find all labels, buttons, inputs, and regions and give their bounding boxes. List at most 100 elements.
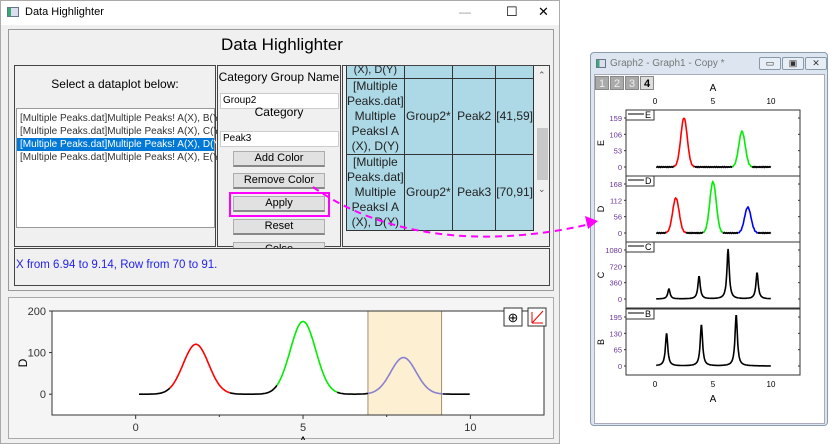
status-box: X from 6.94 to 9.14, Row from 70 to 91. [14, 248, 550, 286]
graph-maximize-button[interactable]: ▣ [782, 57, 804, 70]
y-tick-label: 0 [618, 362, 622, 371]
graph2-window: Graph2 - Graph1 - Copy * ▭ ▣ ✕ 1 2 3 4 A… [590, 52, 828, 426]
legend-label: D [645, 176, 652, 186]
y-tick-label: 0 [618, 163, 622, 172]
maximize-button[interactable]: ☐ [506, 4, 518, 20]
y-tick-label: 168 [609, 180, 622, 189]
preview-chart: 0 100 200 0 5 10 A D ⊕ [16, 306, 547, 440]
y-tick-label: 106 [609, 130, 622, 139]
table-scrollbar[interactable]: ⌃ ⌄ [536, 66, 549, 204]
minimize-button[interactable]: — [459, 5, 471, 19]
graph-page: 1 2 3 4 A 0 0 5 5 10 10 A 0 53 106 159 E E 0 56 112 168 D D… [594, 74, 825, 424]
dataplot-listbox[interactable]: [Multiple Peaks.dat]Multiple Peaks! A(X)… [16, 108, 223, 228]
peak-highlight-segment [665, 196, 687, 234]
reset-button[interactable]: Reset [233, 219, 325, 235]
top-x-tick-label: 10 [767, 97, 776, 106]
y-tick-label: 200 [28, 306, 46, 318]
y-tick-label: 1080 [605, 246, 622, 255]
y-axis-label: C [596, 271, 606, 278]
table-row[interactable]: [Multiple Peaks.dat] Multiple PeaksI A (… [346, 78, 534, 155]
legend-label: E [645, 110, 651, 120]
y-tick-label: 65 [614, 346, 622, 355]
peak-highlight-segment [703, 180, 724, 234]
add-color-button[interactable]: Add Color [233, 151, 325, 167]
table-cell: (X), D(Y) [346, 66, 405, 79]
y-tick-label: 720 [609, 262, 622, 271]
range-cell: [41,59] [495, 78, 534, 155]
peak-highlight-segment [659, 288, 680, 300]
bottom-x-tick-label: 5 [711, 380, 716, 389]
category-table: (X), D(Y) [Multiple Peaks.dat] Multiple … [346, 66, 534, 231]
dataplot-prompt: Select a dataplot below: [51, 77, 179, 91]
x-tick-label: 0 [133, 422, 139, 434]
y-tick-label: 0 [40, 389, 46, 401]
graph-window-title: Graph2 - Graph1 - Copy * [610, 58, 725, 69]
baseline-segment [693, 165, 733, 169]
y-tick-label: 195 [609, 313, 622, 322]
close-button[interactable]: ✕ [538, 4, 549, 20]
peak-highlight-segment [718, 248, 739, 299]
graph-close-button[interactable]: ✕ [805, 57, 827, 70]
baseline-segment [757, 231, 772, 235]
dataplot-list-item[interactable]: [Multiple Peaks.dat]Multiple Peaks! A(X)… [17, 125, 223, 138]
peak-highlight-segment [673, 117, 695, 168]
x-tick-label: 10 [464, 422, 476, 434]
baseline-segment [656, 231, 667, 235]
y-axis-label: B [596, 339, 606, 345]
scroll-up-icon[interactable]: ⌃ [538, 70, 546, 81]
y-tick-label: 0 [618, 229, 622, 238]
scroll-down-icon[interactable]: ⌄ [538, 184, 546, 195]
category-cell: Peak2 [452, 78, 497, 155]
app-icon [7, 7, 19, 17]
dataplot-list-item[interactable]: [Multiple Peaks.dat]Multiple Peaks! A(X)… [17, 151, 223, 164]
baseline-segment [722, 231, 739, 235]
y-tick-label: 0 [618, 295, 622, 304]
dialog-heading: Data Highlighter [221, 35, 343, 54]
dataplot-panel: Select a dataplot below: [Multiple Peaks… [14, 65, 223, 247]
zoom-icon-glyph: ⊕ [508, 310, 519, 325]
baseline-segment [685, 231, 704, 235]
y-axis-label: D [596, 205, 606, 212]
baseline-segment [656, 165, 675, 169]
top-x-tick-label: 5 [711, 97, 716, 106]
peak-highlight-segment [689, 276, 710, 300]
peak-highlight-segment [656, 333, 677, 367]
peak-highlight-segment [738, 205, 759, 234]
top-x-tick-label: 0 [653, 97, 658, 106]
title-bar: Data Highlighter — ☐ ✕ [1, 1, 559, 25]
category-input[interactable]: Peak3 [220, 131, 339, 147]
stacked-chart: A00551010A053106159EE056112168DD03607201… [596, 83, 801, 405]
peak-highlight-segment [747, 272, 768, 300]
table-row: (X), D(Y) [346, 66, 534, 79]
y-tick-label: 159 [609, 114, 622, 123]
peak-highlight-segment [732, 129, 753, 168]
dataplot-list-item[interactable]: [Multiple Peaks.dat]Multiple Peaks! A(X)… [17, 112, 223, 125]
apply-highlight-box [229, 192, 330, 217]
baseline-segment [751, 165, 772, 169]
group-cell: Group2* [403, 78, 454, 155]
baseline-segment [711, 364, 727, 367]
scrollbar-thumb[interactable] [537, 128, 548, 180]
y-tick-label: 100 [28, 348, 46, 360]
remove-color-button[interactable]: Remove Color [233, 173, 325, 189]
category-cell: Peak3 [452, 154, 497, 231]
baseline-segment [709, 297, 719, 300]
peak-highlight-segment [726, 315, 747, 366]
table-row[interactable]: [Multiple Peaks.dat] Multiple PeaksI A (… [346, 154, 534, 231]
bottom-x-axis-label: A [710, 394, 717, 405]
dataplot-list-item[interactable]: [Multiple Peaks.dat]Multiple Peaks! A(X)… [17, 138, 223, 151]
baseline-segment [746, 364, 771, 367]
x-axis-label: A [299, 434, 307, 440]
plot-cell: [Multiple Peaks.dat] Multiple PeaksI A (… [346, 78, 405, 155]
peak-highlight-segment [691, 324, 712, 366]
graph-minimize-button[interactable]: ▭ [759, 57, 781, 70]
y-tick-label: 53 [614, 147, 622, 156]
data-highlighter-window: Data Highlighter — ☐ ✕ Data Highlighter … [0, 0, 560, 444]
y-tick-label: 130 [609, 329, 622, 338]
highlight-band [367, 310, 443, 416]
range-cell: [70,91] [495, 154, 534, 231]
y-tick-label: 360 [609, 279, 622, 288]
y-axis-label: E [596, 140, 606, 146]
top-x-axis-label: A [710, 83, 717, 94]
category-table-panel: (X), D(Y) [Multiple Peaks.dat] Multiple … [342, 65, 550, 247]
